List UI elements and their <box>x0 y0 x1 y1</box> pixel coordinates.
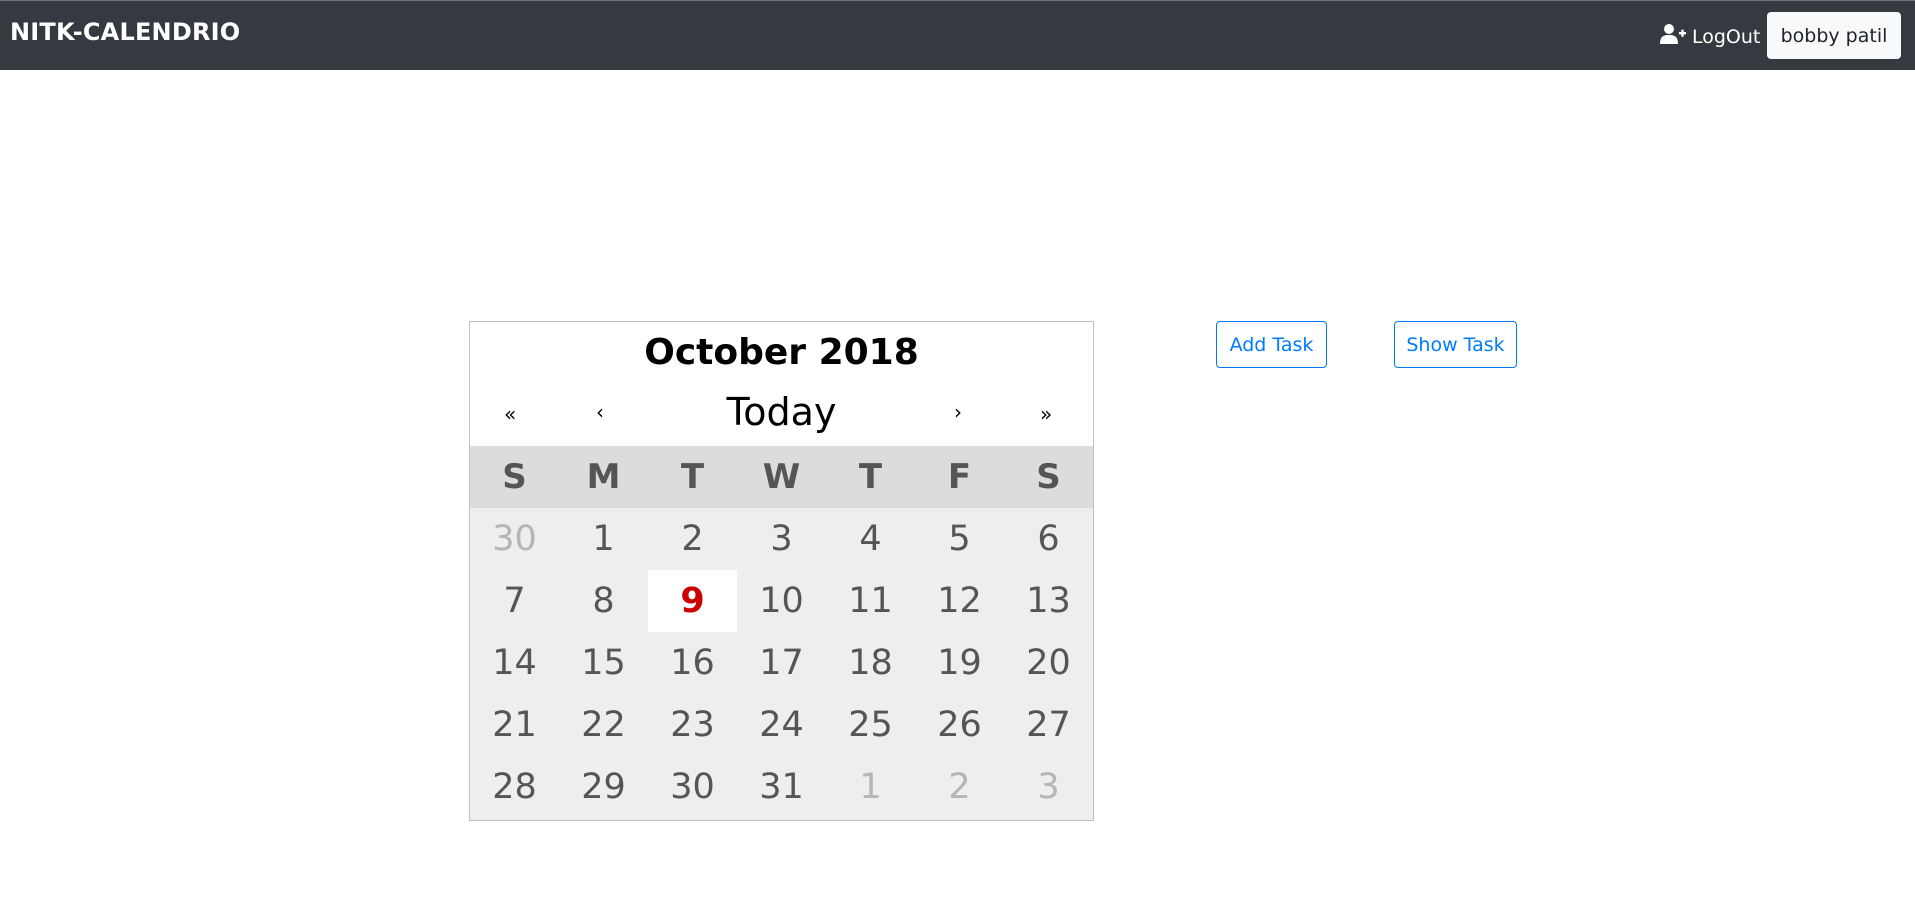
next-month-button[interactable]: › <box>954 400 962 424</box>
user-profile-button[interactable]: bobby patil <box>1767 12 1901 59</box>
calendar-widget: October 2018 Today SMTWTFS 30 1 2 3 4 5 6 7 8 9 10… <box>469 321 1094 821</box>
brand-logo[interactable]: NITK-CALENDRIO <box>10 18 240 46</box>
day-cell[interactable]: 24 <box>737 694 826 756</box>
day-cell[interactable]: 25 <box>826 694 915 756</box>
day-cell[interactable]: 3 <box>737 508 826 570</box>
day-cell[interactable]: 17 <box>737 632 826 694</box>
day-cell[interactable]: 2 <box>648 508 737 570</box>
weekday-label: T <box>858 457 883 497</box>
day-cell[interactable]: 22 <box>559 694 648 756</box>
user-plus-icon <box>1660 23 1686 50</box>
weekday-header: SMTWTFS <box>470 446 1093 508</box>
day-cell[interactable]: 20 <box>1004 632 1093 694</box>
top-navbar: NITK-CALENDRIO LogOut bobby patil <box>0 0 1915 70</box>
weekday-label: T <box>680 457 705 497</box>
day-cell[interactable]: 8 <box>559 570 648 632</box>
day-cell[interactable]: 23 <box>648 694 737 756</box>
day-cell[interactable]: 2 <box>915 756 1004 818</box>
days-grid: 30 1 2 3 4 5 6 7 8 9 10 11 12 13 14 15 16 17 18 19 20 21 22 23 2… <box>470 508 1093 820</box>
day-cell[interactable]: 26 <box>915 694 1004 756</box>
today-button[interactable]: Today <box>470 390 1093 434</box>
day-cell[interactable]: 31 <box>737 756 826 818</box>
day-cell-today[interactable]: 9 <box>648 570 737 632</box>
day-cell[interactable]: 10 <box>737 570 826 632</box>
day-cell[interactable]: 27 <box>1004 694 1093 756</box>
weekday-label: S <box>502 457 527 497</box>
weekday-label: W <box>762 457 801 497</box>
day-cell[interactable]: 16 <box>648 632 737 694</box>
day-cell[interactable]: 30 <box>648 756 737 818</box>
calendar-month-title: October 2018 <box>644 332 919 373</box>
day-cell[interactable]: 12 <box>915 570 1004 632</box>
prev-year-button[interactable]: « <box>504 402 516 426</box>
day-cell[interactable]: 18 <box>826 632 915 694</box>
day-cell[interactable]: 11 <box>826 570 915 632</box>
day-cell[interactable]: 7 <box>470 570 559 632</box>
day-cell[interactable]: 30 <box>470 508 559 570</box>
day-cell[interactable]: 21 <box>470 694 559 756</box>
day-cell[interactable]: 5 <box>915 508 1004 570</box>
day-cell[interactable]: 15 <box>559 632 648 694</box>
show-task-button[interactable]: Show Task <box>1394 321 1517 368</box>
next-year-button[interactable]: » <box>1040 402 1052 426</box>
day-cell[interactable]: 29 <box>559 756 648 818</box>
day-cell[interactable]: 4 <box>826 508 915 570</box>
day-cell[interactable]: 14 <box>470 632 559 694</box>
day-cell[interactable]: 28 <box>470 756 559 818</box>
day-cell[interactable]: 1 <box>826 756 915 818</box>
weekday-label: F <box>947 457 972 497</box>
weekday-label: S <box>1036 457 1061 497</box>
add-task-button[interactable]: Add Task <box>1216 321 1327 368</box>
logout-button[interactable]: LogOut <box>1660 23 1760 50</box>
day-cell[interactable]: 19 <box>915 632 1004 694</box>
logout-label: LogOut <box>1692 25 1761 48</box>
prev-month-button[interactable]: ‹ <box>596 400 604 424</box>
weekday-label: M <box>586 457 621 497</box>
day-cell[interactable]: 1 <box>559 508 648 570</box>
day-cell[interactable]: 3 <box>1004 756 1093 818</box>
day-cell[interactable]: 13 <box>1004 570 1093 632</box>
day-cell[interactable]: 6 <box>1004 508 1093 570</box>
